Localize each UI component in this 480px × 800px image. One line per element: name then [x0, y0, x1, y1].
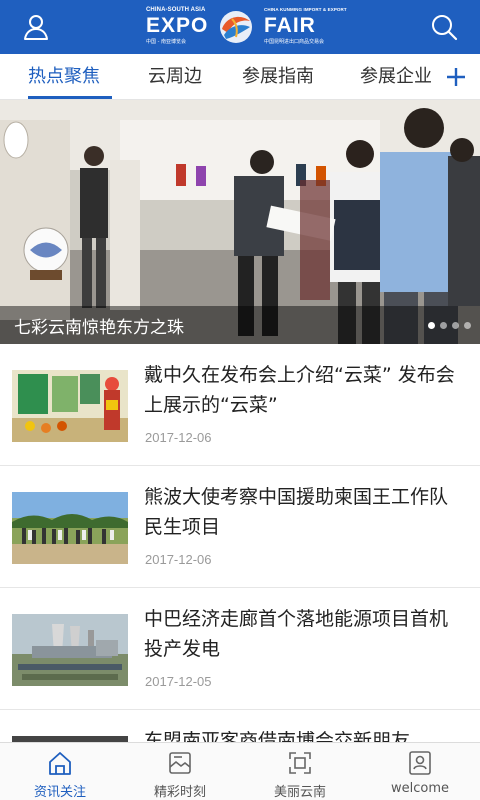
nav-highlights[interactable]: 精彩时刻 [120, 743, 240, 800]
app-header: CHINA-SOUTH ASIA EXPO 中国 - 南亚博览会 CHINA K… [0, 0, 480, 54]
user-button[interactable] [18, 9, 54, 45]
tab-hot-focus[interactable]: 热点聚焦 [28, 54, 100, 100]
search-icon [432, 15, 458, 41]
search-button[interactable] [426, 9, 462, 45]
plus-icon [447, 68, 465, 86]
carousel-dot[interactable] [440, 322, 447, 329]
home-icon [49, 752, 71, 775]
user-icon [24, 15, 48, 40]
bottom-navigation: 资讯关注 精彩时刻 美丽云南 welcome [0, 742, 480, 800]
nav-welcome[interactable]: welcome [360, 743, 480, 800]
logo-right-bottom: 中国昆明进出口商品交易会 [264, 39, 325, 45]
news-title: 戴中久在发布会上介绍“云菜” 发布会上展示的“云菜” [144, 364, 455, 416]
news-title: 熊波大使考察中国援助柬国王工作队民生项目 [144, 486, 449, 538]
carousel-indicator [428, 322, 471, 332]
banner-caption: 七彩云南惊艳东方之珠 [14, 318, 184, 338]
news-title: 中巴经济走廊首个落地能源项目首机投产发电 [144, 608, 449, 660]
news-list-item[interactable]: 中巴经济走廊首个落地能源项目首机投产发电 2017-12-05 [0, 588, 480, 710]
carousel-dot[interactable] [452, 322, 459, 329]
category-tabs: 热点聚焦 云周边 参展指南 参展企业 [0, 54, 480, 100]
photo-icon [169, 752, 191, 774]
news-thumbnail [12, 370, 128, 442]
profile-card-icon [409, 751, 431, 775]
add-tab-button[interactable] [442, 62, 470, 92]
news-thumbnail [12, 492, 128, 564]
logo-right-big: FAIR [264, 14, 316, 37]
nav-news-focus[interactable]: 资讯关注 [0, 743, 120, 800]
expo-logo: CHINA-SOUTH ASIA EXPO 中国 - 南亚博览会 CHINA K… [146, 6, 347, 48]
carousel-dot[interactable] [464, 322, 471, 329]
logo-left-top: CHINA-SOUTH ASIA [146, 7, 206, 13]
nav-label: 精彩时刻 [153, 785, 206, 800]
news-thumbnail [12, 614, 128, 686]
news-date: 2017-12-06 [145, 430, 212, 445]
carousel-dot-active[interactable] [428, 322, 435, 329]
tab-yunnan-surroundings[interactable]: 云周边 [148, 54, 202, 100]
tab-exhibitors[interactable]: 参展企业 [360, 54, 432, 100]
nav-label: welcome [390, 781, 449, 796]
nav-beautiful-yunnan[interactable]: 美丽云南 [240, 743, 360, 800]
news-list-item[interactable]: 戴中久在发布会上介绍“云菜” 发布会上展示的“云菜” 2017-12-06 [0, 344, 480, 466]
news-date: 2017-12-06 [145, 552, 212, 567]
logo-right-top: CHINA KUNMING IMPORT & EXPORT [264, 7, 347, 12]
active-tab-indicator [28, 96, 112, 99]
news-list-item[interactable]: 熊波大使考察中国援助柬国王工作队民生项目 2017-12-06 [0, 466, 480, 588]
nav-label: 美丽云南 [273, 785, 326, 800]
expo-emblem-icon [220, 11, 252, 43]
scan-frame-icon [289, 752, 311, 774]
tab-exhibition-guide[interactable]: 参展指南 [242, 54, 314, 100]
logo-left-bottom: 中国 - 南亚博览会 [146, 39, 186, 45]
news-date: 2017-12-05 [145, 674, 212, 689]
logo-left-big: EXPO [146, 14, 209, 37]
featured-banner[interactable]: 七彩云南惊艳东方之珠 [0, 100, 480, 344]
nav-label: 资讯关注 [33, 785, 86, 800]
